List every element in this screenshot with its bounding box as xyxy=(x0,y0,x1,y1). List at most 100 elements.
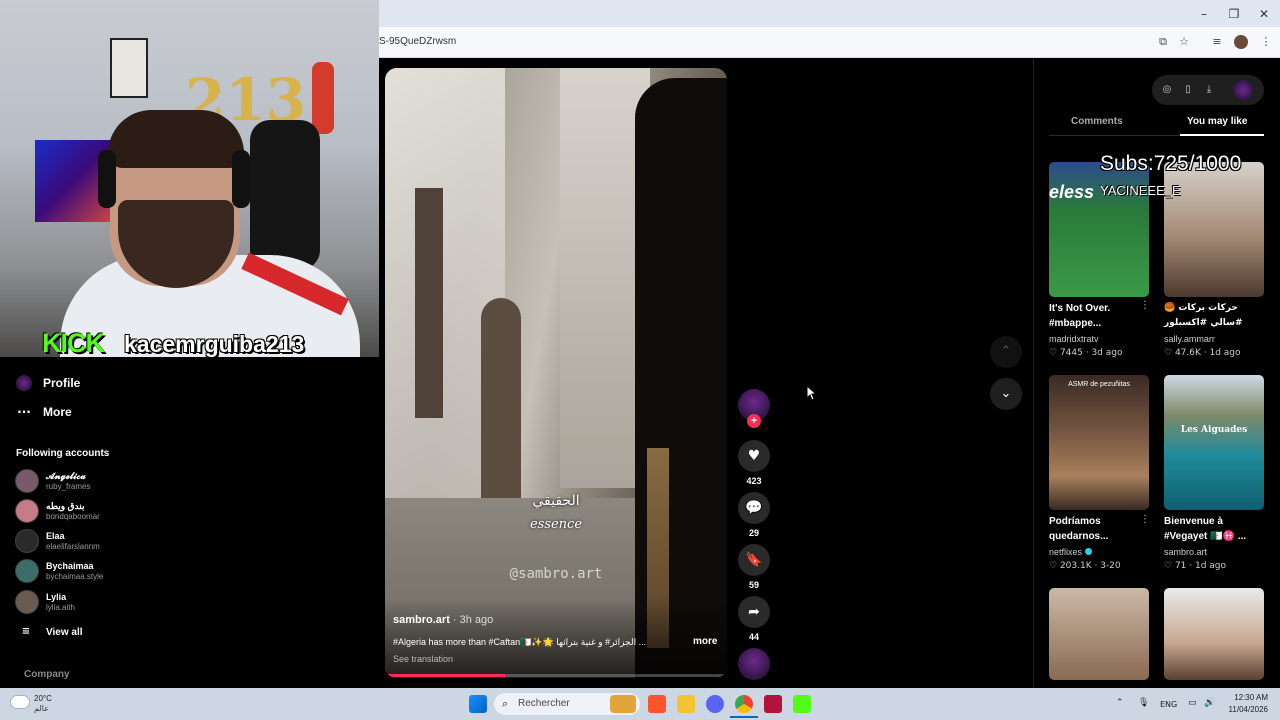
view-all-link[interactable]: ≡ View all xyxy=(18,621,83,643)
video-author[interactable]: madridxtratv xyxy=(1049,334,1099,344)
clock-time[interactable]: 12:30 AM xyxy=(1230,693,1268,702)
see-translation-link[interactable]: See translation xyxy=(393,654,453,664)
brave-browser-icon[interactable] xyxy=(648,695,666,713)
bookmark-star-icon[interactable]: ☆ xyxy=(1176,34,1192,50)
following-account[interactable]: Elaa elaelifarslannm xyxy=(15,527,100,555)
media-controls-icon[interactable]: ≡ xyxy=(1209,34,1225,50)
video-author[interactable]: sally.ammarr xyxy=(1164,334,1215,344)
sidebar-item-profile[interactable]: Profile xyxy=(16,372,80,394)
like-count: 423 xyxy=(746,476,762,486)
account-handle: bondqaboomar xyxy=(46,511,100,521)
video-age: 3-20 xyxy=(1100,561,1121,571)
save-count: 59 xyxy=(748,580,759,590)
share-arrow-icon: ➦ xyxy=(748,604,760,620)
close-button[interactable]: ✕ xyxy=(1256,6,1272,22)
phone-icon[interactable]: ▯ xyxy=(1180,82,1196,98)
share-button[interactable]: ➦ xyxy=(738,596,770,628)
restore-button[interactable]: ❐ xyxy=(1226,6,1242,22)
video-caption: #Algeria has more than #Caftan🇩🇿✨🌟 الجزا… xyxy=(393,637,647,647)
thumbnail-aiguades[interactable]: Les Aiguades xyxy=(1164,375,1264,510)
streamer-username: kacemrguiba213 xyxy=(124,331,305,357)
file-explorer-icon[interactable] xyxy=(677,695,695,713)
url-text[interactable]: S-95QueDZrwsm xyxy=(379,36,456,47)
view-all-label: View all xyxy=(46,626,83,638)
discord-icon[interactable] xyxy=(706,695,724,713)
chrome-icon[interactable] xyxy=(735,695,753,713)
search-highlight-icon xyxy=(610,695,636,713)
search-icon: ⌕ xyxy=(502,697,509,710)
thumbnail-caption: Les Aiguades xyxy=(1180,425,1248,435)
tray-overflow-icon[interactable]: ⌃ xyxy=(1116,698,1124,708)
wall-poster xyxy=(110,38,148,98)
like-count: 7445 xyxy=(1059,348,1083,358)
user-avatar[interactable] xyxy=(1233,80,1253,100)
video-stats: ♡ 203.1K · 3-20 xyxy=(1049,561,1121,571)
windows-start-icon[interactable] xyxy=(469,695,487,713)
next-video-button[interactable]: ⌄ xyxy=(990,378,1022,410)
video-title[interactable]: حركات بركات 🥮 #سالي #اكسبلور xyxy=(1164,301,1264,331)
chevron-up-icon: ⌃ xyxy=(1000,344,1012,359)
clock-date[interactable]: 11/04/2026 xyxy=(1222,705,1268,714)
microphone-icon[interactable]: 🎙 xyxy=(1138,698,1149,708)
tab-you-may-like[interactable]: You may like xyxy=(1187,116,1247,127)
install-app-icon[interactable]: ⧉ xyxy=(1155,34,1171,50)
kick-logo: KICK xyxy=(42,328,105,357)
language-indicator[interactable]: ENG xyxy=(1160,700,1177,709)
following-account[interactable]: Bychaimaa bychaimaa.style xyxy=(15,557,103,585)
kebab-menu-icon[interactable]: ⋮ xyxy=(1258,34,1274,50)
thumbnail-netflixes[interactable]: ASMR de pezuñitas xyxy=(1049,375,1149,510)
thumbnail-partial[interactable] xyxy=(1164,588,1264,680)
compass-icon[interactable]: ◎ xyxy=(1159,82,1175,98)
thumbnail-caption: ASMR de pezuñitas xyxy=(1068,381,1130,388)
like-count: 47.6K xyxy=(1174,348,1201,358)
previous-video-button[interactable]: ⌃ xyxy=(990,336,1022,368)
video-author[interactable]: netflixes xyxy=(1049,547,1092,557)
item-menu-icon[interactable]: ⋮ xyxy=(1140,514,1150,525)
author-name[interactable]: netflixes xyxy=(1049,547,1082,557)
item-menu-icon[interactable]: ⋮ xyxy=(1140,300,1150,311)
following-account[interactable]: 𝓐𝓷𝓰𝓮𝓵𝓲𝓬𝓪 ruby_frames xyxy=(15,467,90,495)
like-count: 71 xyxy=(1174,561,1187,571)
avatar xyxy=(15,590,39,614)
minimize-button[interactable]: – xyxy=(1196,6,1212,22)
avatar xyxy=(15,469,39,493)
sound-disc-icon[interactable] xyxy=(738,648,770,680)
kick-app-icon[interactable] xyxy=(793,695,811,713)
account-name: 𝓐𝓷𝓰𝓮𝓵𝓲𝓬𝓪 xyxy=(46,470,86,481)
company-link[interactable]: Company xyxy=(24,669,70,680)
volume-icon[interactable]: 🔊 xyxy=(1204,698,1215,708)
profile-avatar-icon[interactable] xyxy=(1234,35,1248,49)
video-player[interactable]: الحقيقي essence @sambro.art sambro.art ·… xyxy=(385,68,727,678)
caption-more-button[interactable]: more xyxy=(693,636,717,647)
profile-icon xyxy=(16,375,32,391)
headphone-right xyxy=(232,150,250,208)
weather-temperature[interactable]: 20°C xyxy=(34,694,52,703)
video-title[interactable]: Bienvenue à #Vegayet 🇩🇿♓ ... xyxy=(1164,514,1264,544)
headphone-left xyxy=(98,150,116,208)
video-author[interactable]: sambro.art xyxy=(1164,547,1207,557)
account-name: Elaa xyxy=(46,530,65,541)
like-button[interactable]: ♥ xyxy=(738,440,770,472)
download-icon[interactable]: ⤓ xyxy=(1201,82,1217,98)
sidebar-item-label: Profile xyxy=(43,376,81,390)
video-author[interactable]: sambro.art · 3h ago xyxy=(393,614,493,626)
app-a-icon[interactable] xyxy=(764,695,782,713)
video-age: 1d ago xyxy=(1194,561,1227,571)
author-name[interactable]: sambro.art xyxy=(393,614,450,626)
following-account[interactable]: Lylia lylia.aith xyxy=(15,588,75,616)
tab-comments[interactable]: Comments xyxy=(1071,116,1123,127)
sidebar-item-more[interactable]: ··· More xyxy=(16,401,72,423)
video-title[interactable]: Podríamos quedarnos... xyxy=(1049,514,1149,544)
active-app-indicator xyxy=(730,716,758,718)
stream-goal-name: YACINEEE_E xyxy=(1100,183,1181,198)
video-title[interactable]: It's Not Over. #mbappe... xyxy=(1049,301,1149,331)
save-button[interactable]: 🔖 xyxy=(738,544,770,576)
cloud-icon[interactable] xyxy=(10,695,30,709)
video-stats: ♡ 7445 · 3d ago xyxy=(1049,348,1123,358)
follow-plus-icon[interactable]: + xyxy=(747,414,761,428)
network-icon[interactable]: ▭ xyxy=(1188,698,1197,708)
comment-button[interactable]: 💬 xyxy=(738,492,770,524)
following-account[interactable]: بندق ويطه bondqaboomar xyxy=(15,497,100,525)
active-tab-indicator xyxy=(1180,134,1264,136)
thumbnail-partial[interactable] xyxy=(1049,588,1149,680)
